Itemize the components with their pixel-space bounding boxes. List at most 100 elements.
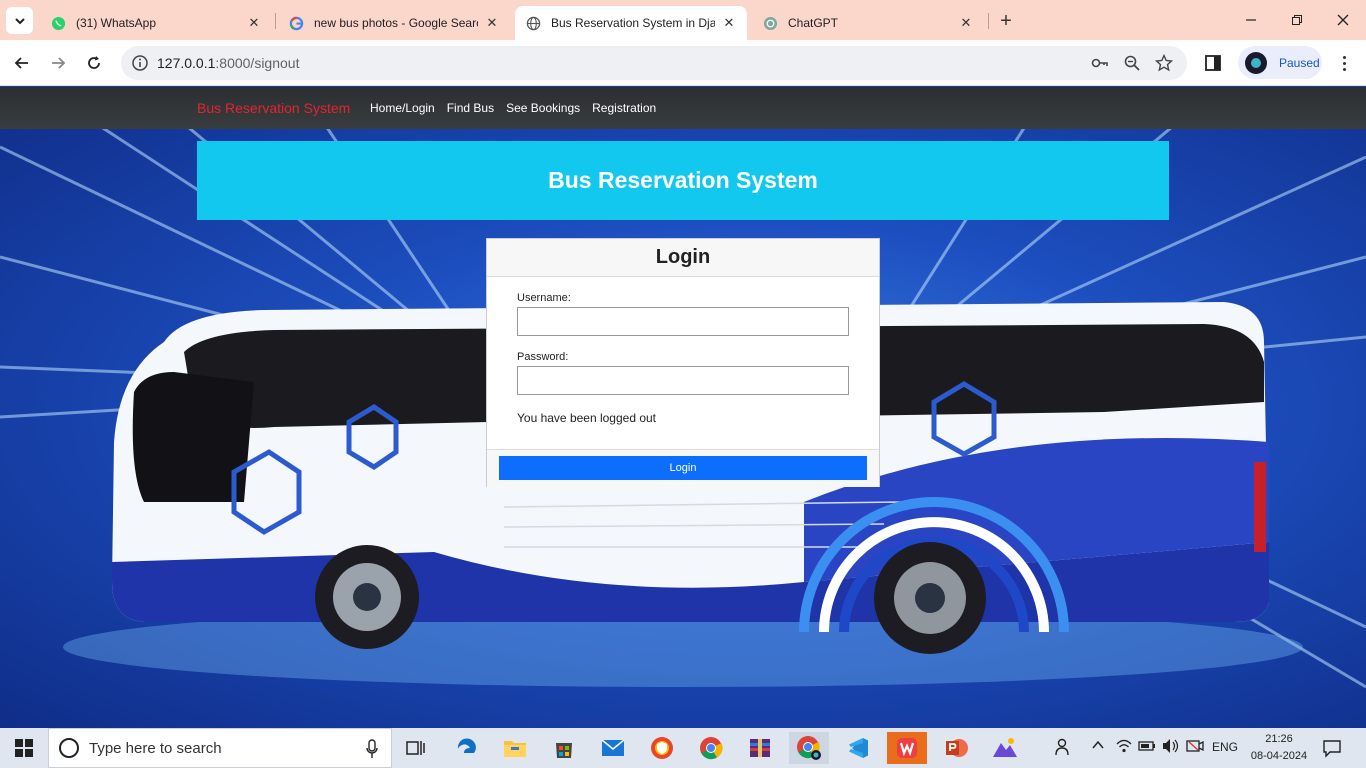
chevron-up-icon[interactable]	[1091, 738, 1105, 755]
browser-tabstrip: (31) WhatsApp ✕ new bus photos - Google …	[0, 0, 1366, 40]
close-icon[interactable]: ✕	[246, 15, 262, 31]
wifi-icon[interactable]	[1116, 738, 1132, 757]
reload-button[interactable]	[80, 49, 108, 77]
search-icon	[59, 738, 79, 758]
arrow-left-icon	[14, 57, 28, 69]
login-heading: Login	[655, 246, 711, 268]
new-tab-button[interactable]: +	[993, 8, 1019, 34]
language-indicator[interactable]: ENG	[1212, 740, 1238, 754]
url-host: 127.0.0.1	[157, 55, 216, 71]
file-explorer-icon[interactable]	[495, 732, 535, 764]
clock-date: 08-04-2024	[1250, 750, 1308, 762]
forward-button[interactable]	[44, 49, 72, 77]
wps-office-icon[interactable]	[887, 732, 927, 764]
volume-icon[interactable]	[1162, 738, 1180, 757]
restore-icon	[1292, 15, 1302, 25]
login-card-header: Login	[487, 239, 879, 277]
security-app-icon[interactable]	[642, 732, 682, 764]
url-path: :8000/signout	[215, 55, 300, 71]
arrow-right-icon	[52, 57, 66, 69]
close-icon[interactable]: ✕	[484, 15, 500, 31]
notifications-icon[interactable]	[1322, 738, 1342, 758]
side-panel-icon[interactable]	[1203, 53, 1223, 73]
minimize-button[interactable]	[1228, 0, 1274, 40]
login-card: Login Username: Password: You have been …	[486, 238, 880, 487]
reload-icon	[88, 56, 100, 69]
photos-app-icon[interactable]	[985, 732, 1025, 764]
globe-icon	[525, 15, 541, 31]
profile-button[interactable]: Paused	[1238, 46, 1322, 79]
info-icon[interactable]	[131, 54, 149, 72]
password-label: Password:	[517, 351, 569, 363]
username-input[interactable]	[517, 307, 849, 336]
hero-title: Bus Reservation System	[548, 167, 818, 193]
tab-search-button[interactable]	[6, 7, 33, 34]
dot	[1342, 61, 1346, 65]
close-window-button[interactable]	[1320, 0, 1366, 40]
chrome-profile-icon[interactable]	[789, 732, 829, 764]
navbar-brand[interactable]: Bus Reservation System	[197, 100, 350, 116]
tab-bus-reservation[interactable]: Bus Reservation System in Djan ✕	[515, 6, 747, 40]
browser-toolbar: 127.0.0.1:8000/signout Paused	[0, 40, 1366, 86]
tab-title: ChatGPT	[788, 16, 839, 30]
nav-link-find-bus[interactable]: Find Bus	[447, 101, 494, 115]
browser-menu-button[interactable]	[1334, 52, 1354, 74]
username-label: Username:	[517, 292, 571, 304]
taskbar-search[interactable]: Type here to search	[48, 728, 392, 768]
tab-google-search[interactable]: new bus photos - Google Searc ✕	[278, 6, 510, 40]
navbar-links: Home/Login Find Bus See Bookings Registr…	[370, 101, 656, 115]
address-bar[interactable]: 127.0.0.1:8000/signout	[121, 46, 1187, 80]
taskbar: Type here to search ENG 21:26 08-04-2024	[0, 728, 1366, 768]
tab-chatgpt[interactable]: ChatGPT ✕	[752, 6, 984, 40]
chrome-icon[interactable]	[691, 732, 731, 764]
close-icon[interactable]: ✕	[958, 15, 974, 31]
zoom-icon[interactable]	[1123, 54, 1141, 72]
clock-time: 21:26	[1265, 733, 1293, 745]
web-page: Bus Reservation System Home/Login Find B…	[0, 87, 1366, 728]
nav-link-registration[interactable]: Registration	[592, 101, 656, 115]
tab-title: (31) WhatsApp	[76, 16, 157, 30]
vscode-icon[interactable]	[838, 732, 878, 764]
edge-icon[interactable]	[446, 732, 486, 764]
task-view-icon[interactable]	[396, 732, 436, 764]
tab-separator	[275, 13, 276, 29]
store-icon[interactable]	[544, 732, 584, 764]
logout-message: You have been logged out	[517, 411, 657, 425]
people-icon[interactable]	[1054, 738, 1072, 759]
site-navbar: Bus Reservation System Home/Login Find B…	[0, 87, 1366, 129]
winrar-icon[interactable]	[740, 732, 780, 764]
url-text[interactable]: 127.0.0.1:8000/signout	[157, 55, 299, 71]
tab-title: new bus photos - Google Searc	[314, 16, 478, 30]
tab-separator	[988, 13, 989, 29]
profile-status: Paused	[1279, 55, 1320, 70]
mail-icon[interactable]	[593, 732, 633, 764]
meet-now-icon[interactable]	[1186, 738, 1204, 757]
tab-title: Bus Reservation System in Djan	[551, 16, 715, 30]
login-button[interactable]: Login	[499, 456, 867, 480]
avatar	[1245, 51, 1267, 74]
star-icon[interactable]	[1155, 54, 1173, 72]
nav-link-home-login[interactable]: Home/Login	[370, 101, 435, 115]
start-button[interactable]	[0, 728, 48, 768]
taskbar-search-placeholder: Type here to search	[89, 739, 222, 757]
login-card-footer: Login	[487, 449, 879, 487]
chevron-down-icon	[14, 17, 25, 24]
key-icon[interactable]	[1091, 54, 1109, 72]
windows-icon	[15, 739, 33, 757]
chatgpt-icon	[762, 15, 778, 31]
password-input[interactable]	[517, 366, 849, 395]
tab-whatsapp[interactable]: (31) WhatsApp ✕	[40, 6, 272, 40]
close-icon[interactable]: ✕	[721, 15, 737, 31]
close-icon	[1337, 14, 1349, 26]
powerpoint-icon[interactable]	[936, 732, 976, 764]
microphone-icon[interactable]	[365, 739, 379, 759]
dot	[1342, 55, 1346, 59]
nav-link-see-bookings[interactable]: See Bookings	[506, 101, 580, 115]
restore-button[interactable]	[1274, 0, 1320, 40]
plus-icon: +	[1000, 9, 1012, 32]
minimize-icon	[1246, 19, 1256, 21]
system-clock[interactable]: 21:26 08-04-2024	[1244, 731, 1314, 765]
dot	[1342, 67, 1346, 71]
back-button[interactable]	[8, 49, 36, 77]
battery-icon[interactable]	[1138, 738, 1156, 757]
